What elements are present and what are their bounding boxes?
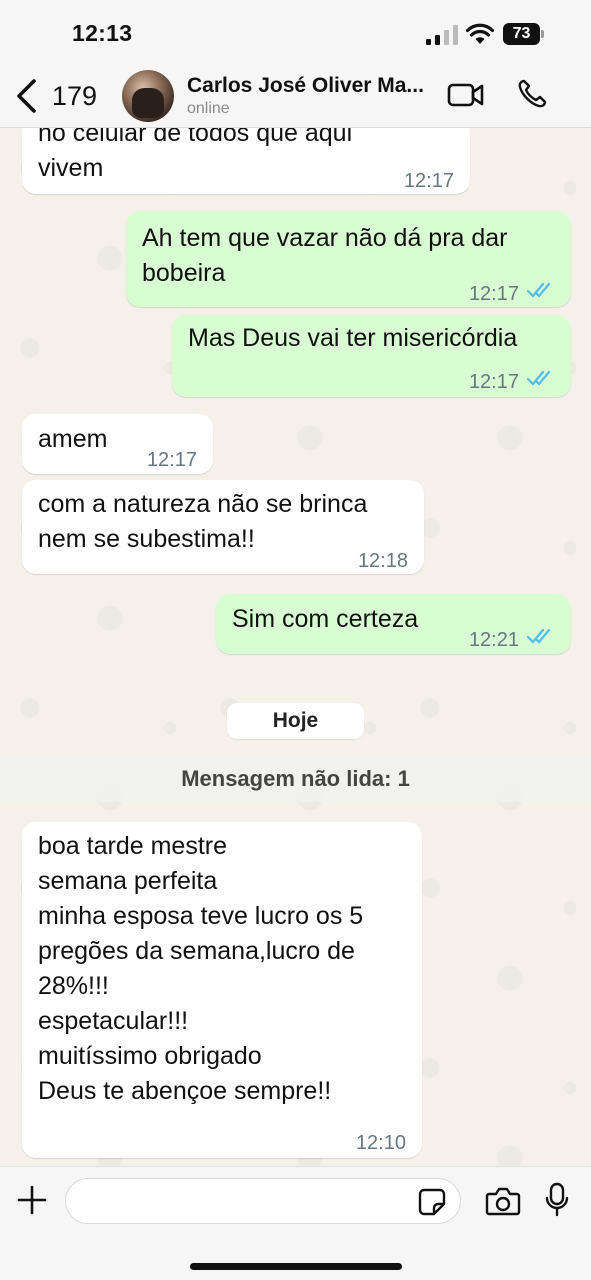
message-text: Mas Deus vai ter misericórdia <box>188 324 518 352</box>
signal-icon <box>426 25 458 45</box>
message-time: 12:10 <box>355 1132 406 1154</box>
contact-status: online <box>187 100 230 117</box>
message-time: 12:17 <box>403 170 454 192</box>
message-bubble-outgoing[interactable]: Sim com certeza 12:21 <box>216 594 571 654</box>
message-bubble-incoming[interactable]: boa tarde mestre semana perfeita minha e… <box>22 822 422 1158</box>
chat-area[interactable]: no celular de todos que aqui vivem 12:17… <box>0 128 591 1166</box>
camera-icon[interactable] <box>485 1185 521 1217</box>
status-bar: 12:13 73 <box>0 0 591 66</box>
day-separator: Hoje <box>227 703 364 739</box>
sticker-icon[interactable] <box>418 1188 446 1216</box>
read-receipt-icon <box>527 628 551 644</box>
unread-chats-count: 179 <box>52 80 98 111</box>
home-indicator <box>190 1263 402 1270</box>
input-bar <box>0 1166 591 1280</box>
message-time: 12:21 <box>468 629 519 651</box>
message-time: 12:17 <box>468 283 519 305</box>
read-receipt-icon <box>527 282 551 298</box>
message-text: no celular de todos que aqui vivem <box>38 128 353 182</box>
video-call-icon[interactable] <box>447 81 485 109</box>
message-text: com a natureza não se brinca nem se sube… <box>38 490 368 553</box>
message-time: 12:17 <box>146 449 197 471</box>
message-bubble-outgoing[interactable]: Mas Deus vai ter misericórdia 12:17 <box>172 315 571 397</box>
battery-icon: 73 <box>503 23 545 45</box>
back-button[interactable]: 179 <box>14 74 97 118</box>
status-time: 12:13 <box>72 20 133 46</box>
battery-level: 73 <box>512 25 531 42</box>
microphone-icon[interactable] <box>545 1182 569 1218</box>
wifi-icon <box>466 23 494 44</box>
chevron-left-icon <box>17 79 36 113</box>
unread-messages-banner: Mensagem não lida: 1 <box>0 755 591 802</box>
plus-icon[interactable] <box>17 1185 47 1215</box>
message-text: boa tarde mestre semana perfeita minha e… <box>38 832 364 1105</box>
read-receipt-icon <box>527 370 551 386</box>
message-bubble-incoming[interactable]: com a natureza não se brinca nem se sube… <box>22 480 424 574</box>
phone-icon[interactable] <box>516 78 548 110</box>
message-bubble-incoming[interactable]: amem 12:17 <box>22 414 213 474</box>
message-bubble-outgoing[interactable]: Ah tem que vazar não dá pra dar bobeira … <box>126 211 571 307</box>
contact-name[interactable]: Carlos José Oliver Ma... <box>187 74 424 98</box>
message-input[interactable] <box>65 1178 461 1224</box>
chat-header: 179 Carlos José Oliver Ma... online <box>0 66 591 128</box>
message-time: 12:17 <box>468 371 519 393</box>
avatar[interactable] <box>122 70 174 122</box>
message-bubble-incoming[interactable]: no celular de todos que aqui vivem 12:17 <box>22 128 470 194</box>
message-time: 12:18 <box>357 550 408 572</box>
